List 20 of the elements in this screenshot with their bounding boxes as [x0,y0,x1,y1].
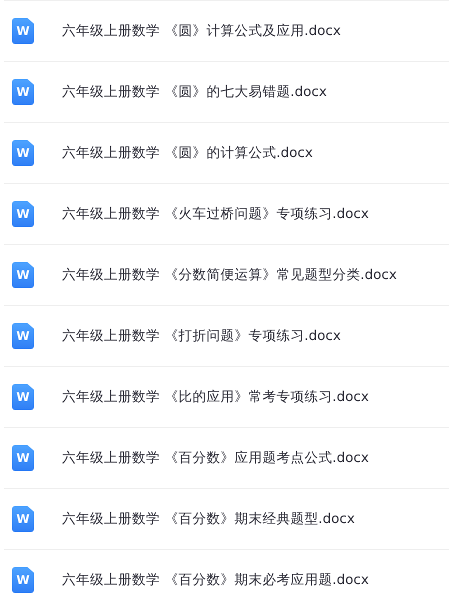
word-document-icon: W [12,18,34,44]
word-document-icon: W [12,567,34,593]
word-document-icon: W [12,506,34,532]
word-document-icon: W [12,140,34,166]
file-name[interactable]: 六年级上册数学 《圆》的计算公式.docx [62,144,313,162]
file-name[interactable]: 六年级上册数学 《打折问题》专项练习.docx [62,327,341,345]
file-name[interactable]: 六年级上册数学 《百分数》期末必考应用题.docx [62,571,369,589]
word-document-icon: W [12,201,34,227]
word-document-icon: W [12,262,34,288]
word-document-icon: W [12,79,34,105]
file-name[interactable]: 六年级上册数学 《百分数》期末经典题型.docx [62,510,355,528]
word-document-icon: W [12,323,34,349]
word-document-icon: W [12,445,34,471]
file-name[interactable]: 六年级上册数学 《圆》的七大易错题.docx [62,83,327,101]
file-name[interactable]: 六年级上册数学 《圆》计算公式及应用.docx [62,22,341,40]
word-document-icon: W [12,384,34,410]
file-name[interactable]: 六年级上册数学 《分数简便运算》常见题型分类.docx [62,266,397,284]
file-name[interactable]: 六年级上册数学 《火车过桥问题》专项练习.docx [62,205,369,223]
file-name[interactable]: 六年级上册数学 《比的应用》常考专项练习.docx [62,388,369,406]
file-name[interactable]: 六年级上册数学 《百分数》应用题考点公式.docx [62,449,369,467]
